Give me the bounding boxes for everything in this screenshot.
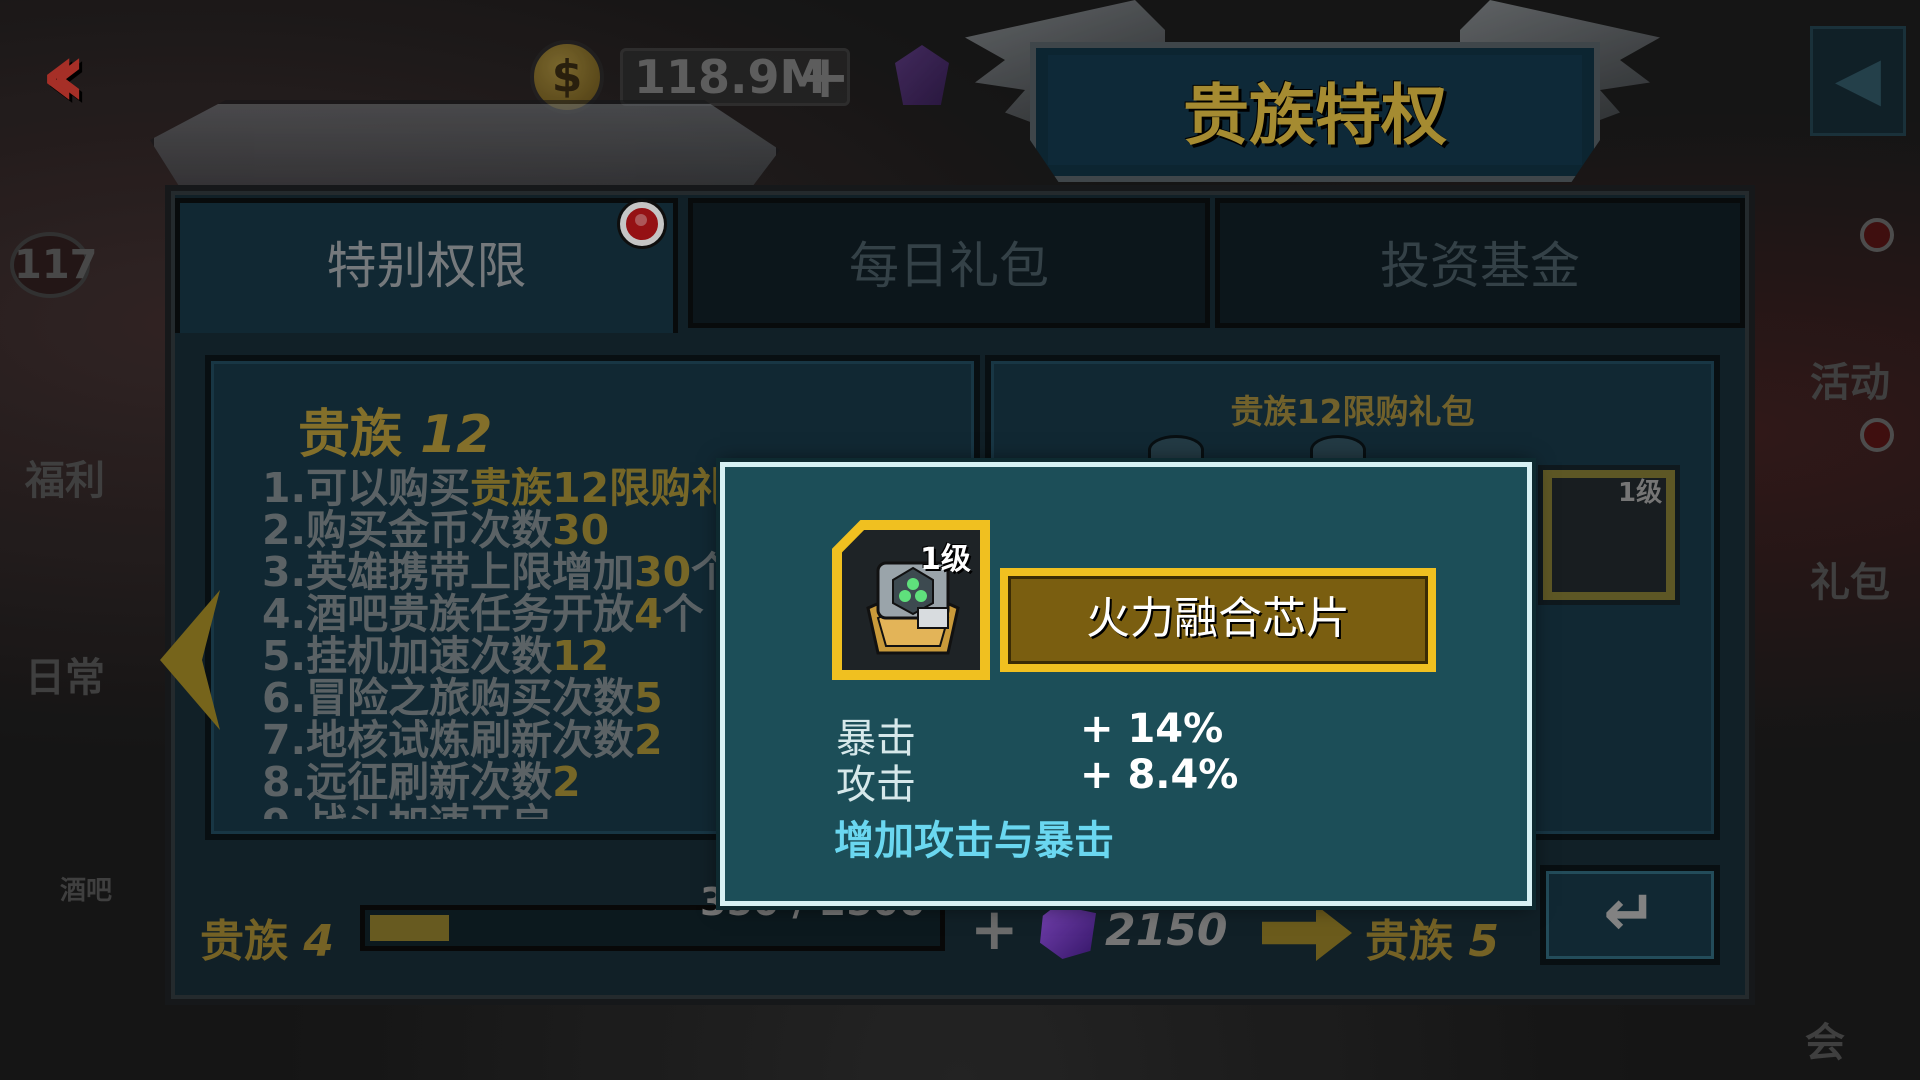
stat-value-crit: + 14% [1080, 706, 1224, 752]
stat-label-attack: 攻击 [836, 762, 916, 808]
stat-value-attack: + 8.4% [1080, 752, 1239, 798]
item-name-plate: 火力融合芯片 [1000, 568, 1436, 672]
item-name: 火力融合芯片 [1008, 576, 1428, 664]
item-level: 1级 [920, 542, 971, 577]
item-description: 增加攻击与暴击 [834, 818, 1114, 864]
